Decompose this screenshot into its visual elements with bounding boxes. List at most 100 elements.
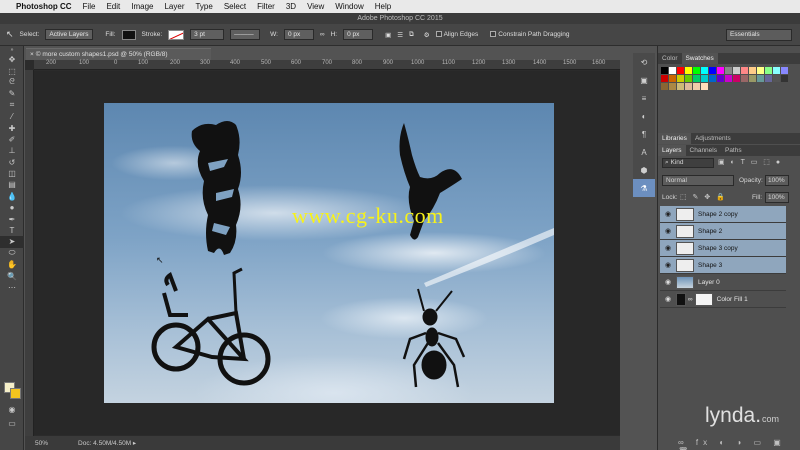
visibility-eye-icon[interactable]: ◉ [660, 244, 676, 252]
menu-file[interactable]: File [83, 2, 96, 11]
crop-tool-icon[interactable]: ⌗ [0, 100, 24, 111]
tab-swatches[interactable]: Swatches [681, 53, 718, 64]
menu-image[interactable]: Image [131, 2, 153, 11]
eyedropper-tool-icon[interactable]: ⁄ [0, 111, 24, 122]
collapse-icon[interactable]: » [0, 46, 24, 54]
menu-help[interactable]: Help [375, 2, 391, 11]
stamp-tool-icon[interactable]: ⊥ [0, 145, 24, 156]
adjust-icon[interactable]: ◐ [633, 107, 655, 125]
ruler-label: 1300 [502, 60, 516, 66]
healing-tool-icon[interactable]: ✚ [0, 122, 24, 133]
properties-icon[interactable]: ≡ [633, 89, 655, 107]
layer-thumbnail [676, 224, 694, 238]
doc-size[interactable]: Doc: 4.50M/4.50M ▸ [78, 439, 136, 447]
canvas-image[interactable]: ↖ [104, 103, 554, 403]
stroke-type-dropdown[interactable]: ——— [230, 29, 261, 40]
blur-tool-icon[interactable]: 💧 [0, 191, 24, 202]
type-tool-icon[interactable]: T [0, 225, 24, 236]
h-label: H: [330, 31, 338, 38]
path-selection-tool-icon[interactable]: ➤ [0, 236, 24, 248]
menu-3d[interactable]: 3D [286, 2, 296, 11]
path-align-icon[interactable]: ☰ [397, 31, 403, 39]
layer-row[interactable]: ◉ Shape 2 [660, 223, 786, 240]
layer-filter[interactable]: ⌕ Kind [662, 158, 714, 168]
quick-select-tool-icon[interactable]: ✎ [0, 88, 24, 99]
quick-mask-icon[interactable]: ◉ [0, 404, 24, 415]
history-icon[interactable]: ⟲ [633, 53, 655, 71]
color-swatches[interactable] [4, 382, 22, 400]
styles-icon[interactable]: ⬢ [633, 161, 655, 179]
tab-libraries[interactable]: Libraries [658, 133, 691, 144]
menu-edit[interactable]: Edit [106, 2, 120, 11]
menu-select[interactable]: Select [224, 2, 246, 11]
constrain-checkbox[interactable]: Constrain Path Dragging [490, 31, 569, 38]
more-tools-icon[interactable]: ⋯ [0, 282, 24, 293]
path-ops-icon[interactable]: ▣ [385, 31, 391, 39]
navigator-icon[interactable]: ▣ [633, 71, 655, 89]
height-input[interactable]: 0 px [343, 29, 374, 40]
background-color[interactable] [10, 388, 21, 399]
tab-color[interactable]: Color [658, 53, 682, 64]
align-edges-checkbox[interactable]: Align Edges [435, 31, 478, 38]
menu-view[interactable]: View [307, 2, 324, 11]
layers-footer-icons[interactable]: ∞ fx ◐ ◑ ▭ ▣ 🗑 [678, 438, 800, 450]
vertical-ruler [25, 70, 34, 436]
close-tab-icon[interactable]: × [30, 51, 34, 58]
visibility-eye-icon[interactable]: ◉ [660, 278, 676, 286]
brush-tool-icon[interactable]: ✐ [0, 134, 24, 145]
swatch-grid[interactable] [661, 67, 796, 91]
path-arrange-icon[interactable]: ⧉ [409, 31, 414, 39]
visibility-eye-icon[interactable]: ◉ [660, 227, 676, 235]
ruler-label: 200 [170, 60, 181, 66]
character-icon[interactable]: A [633, 143, 655, 161]
lasso-tool-icon[interactable]: ᘓ [0, 77, 24, 88]
gear-icon[interactable]: ⚙ [424, 31, 430, 39]
link-icon[interactable]: ∞ [320, 31, 325, 38]
visibility-eye-icon[interactable]: ◉ [660, 210, 676, 218]
filter-icons[interactable]: ▣ ◐ T ▭ ⬚ ● [718, 158, 782, 166]
tab-channels[interactable]: Channels [686, 145, 721, 156]
document-tab[interactable]: × © more custom shapes1.psd @ 50% (RGB/8) [26, 48, 211, 60]
app-menu[interactable]: Photoshop CC [16, 2, 72, 11]
ruler-label: 1000 [411, 60, 425, 66]
stroke-width-input[interactable]: 3 pt [190, 29, 225, 40]
move-tool-icon[interactable]: ✥ [0, 54, 24, 65]
visibility-eye-icon[interactable]: ◉ [660, 295, 676, 303]
layer-row[interactable]: ◉ ∞ Color Fill 1 [660, 291, 786, 308]
dodge-tool-icon[interactable]: ● [0, 202, 24, 213]
paragraph-icon[interactable]: ¶ [633, 125, 655, 143]
width-input[interactable]: 0 px [283, 29, 314, 40]
layer-row[interactable]: ◉ Layer 0 [660, 274, 786, 291]
tab-adjustments[interactable]: Adjustments [691, 133, 735, 144]
screen-mode-icon[interactable]: ▭ [0, 418, 24, 429]
path-select-tool-icon[interactable]: ↖ [6, 29, 14, 40]
layer-row[interactable]: ◉ Shape 3 [660, 257, 786, 274]
blend-mode-dropdown[interactable]: Normal [662, 175, 734, 186]
zoom-level[interactable]: 50% [35, 440, 48, 447]
pen-tool-icon[interactable]: ✒ [0, 213, 24, 224]
select-dropdown[interactable]: Active Layers [45, 29, 94, 40]
marquee-tool-icon[interactable]: ⬚ [0, 65, 24, 76]
stroke-swatch[interactable] [168, 29, 185, 40]
menu-filter[interactable]: Filter [257, 2, 275, 11]
menu-layer[interactable]: Layer [164, 2, 184, 11]
fill-opacity-input[interactable]: 100% [765, 192, 789, 203]
history-brush-icon[interactable]: ↺ [0, 157, 24, 168]
zoom-tool-icon[interactable]: 🔍 [0, 270, 24, 281]
gradient-tool-icon[interactable]: ▤ [0, 179, 24, 190]
hand-tool-icon[interactable]: ✋ [0, 259, 24, 270]
lock-icons[interactable]: ⬚ ✎ ✥ 🔒 [680, 193, 727, 201]
opacity-input[interactable]: 100% [765, 175, 789, 186]
eraser-tool-icon[interactable]: ◫ [0, 168, 24, 179]
tab-paths[interactable]: Paths [721, 145, 746, 156]
fill-swatch[interactable] [121, 29, 136, 40]
tab-layers[interactable]: Layers [658, 145, 686, 156]
layer-row[interactable]: ◉ Shape 2 copy [660, 206, 786, 223]
menu-type[interactable]: Type [195, 2, 212, 11]
menu-window[interactable]: Window [335, 2, 363, 11]
workspace-dropdown[interactable]: Essentials [726, 29, 792, 41]
layer-row[interactable]: ◉ Shape 3 copy [660, 240, 786, 257]
shape-tool-icon[interactable]: ⬭ [0, 248, 24, 259]
visibility-eye-icon[interactable]: ◉ [660, 261, 676, 269]
shape-library-icon[interactable]: ⚗ [633, 179, 655, 197]
